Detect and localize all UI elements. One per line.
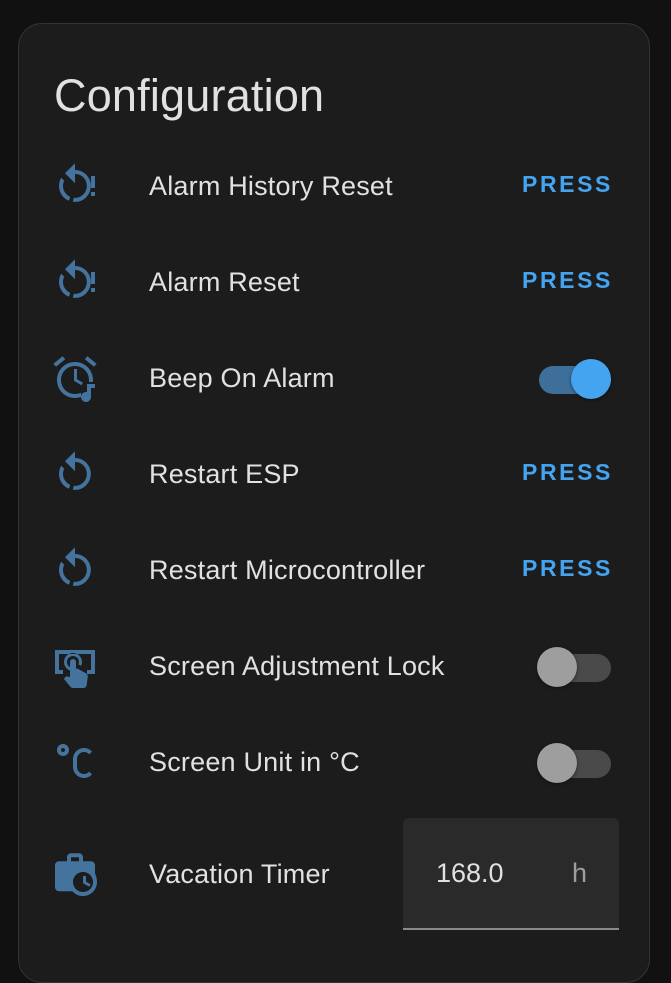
press-button[interactable]: PRESS (522, 459, 613, 486)
temperature-celsius-icon[interactable] (51, 738, 99, 786)
entity-row-screen-unit-celsius: Screen Unit in °C (19, 714, 651, 810)
row-label: Restart Microcontroller (149, 555, 426, 585)
beep-on-alarm-toggle[interactable] (539, 359, 611, 399)
restart-icon[interactable] (51, 546, 99, 594)
entity-row-screen-adjustment-lock: Screen Adjustment Lock (19, 618, 651, 714)
configuration-card: Configuration Alarm History Reset PRESS … (18, 23, 650, 983)
toggle-thumb (571, 359, 611, 399)
card-title: Configuration (54, 70, 325, 121)
gesture-tap-box-icon[interactable] (51, 642, 99, 690)
row-label: Restart ESP (149, 459, 300, 489)
alarm-note-icon[interactable] (51, 354, 99, 402)
press-button[interactable]: PRESS (522, 555, 613, 582)
entity-row-beep-on-alarm: Beep On Alarm (19, 330, 651, 426)
press-button[interactable]: PRESS (522, 171, 613, 198)
briefcase-clock-icon[interactable] (51, 850, 99, 898)
screen-unit-celsius-toggle[interactable] (537, 743, 611, 783)
row-label: Alarm History Reset (149, 171, 393, 201)
row-label: Beep On Alarm (149, 363, 335, 393)
vacation-timer-unit: h (571, 858, 587, 888)
entity-row-restart-microcontroller: Restart Microcontroller PRESS (19, 522, 651, 618)
entity-row-alarm-reset: Alarm Reset PRESS (19, 234, 651, 330)
row-label: Alarm Reset (149, 267, 300, 297)
row-label: Screen Adjustment Lock (149, 651, 445, 681)
vacation-timer-input[interactable]: 168.0 h (403, 818, 619, 930)
restart-alert-icon[interactable] (51, 162, 99, 210)
screen-adjustment-lock-toggle[interactable] (537, 647, 611, 687)
entity-row-alarm-history-reset: Alarm History Reset PRESS (19, 138, 651, 234)
toggle-thumb (537, 647, 577, 687)
restart-alert-icon[interactable] (51, 258, 99, 306)
restart-icon[interactable] (51, 450, 99, 498)
press-button[interactable]: PRESS (522, 267, 613, 294)
toggle-thumb (537, 743, 577, 783)
entity-row-restart-esp: Restart ESP PRESS (19, 426, 651, 522)
vacation-timer-value[interactable]: 168.0 (436, 858, 504, 889)
row-label: Screen Unit in °C (149, 747, 360, 777)
row-label: Vacation Timer (149, 859, 330, 889)
